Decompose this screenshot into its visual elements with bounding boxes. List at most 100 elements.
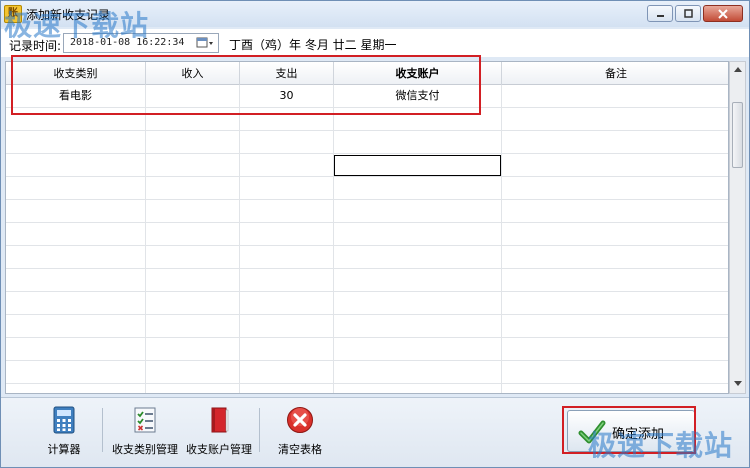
cell-note[interactable] <box>502 315 728 338</box>
cell-note[interactable] <box>502 154 728 177</box>
cell-category[interactable] <box>6 200 146 223</box>
calendar-dropdown-button[interactable] <box>194 36 216 50</box>
cell-category[interactable] <box>6 384 146 393</box>
cell-expense[interactable] <box>240 292 334 315</box>
calculator-icon <box>53 406 75 434</box>
arrow-down-icon <box>733 381 742 386</box>
red-book-icon <box>211 407 229 433</box>
cell-note[interactable] <box>502 269 728 292</box>
scrollbar-thumb[interactable] <box>732 102 743 168</box>
cell-income[interactable] <box>146 246 240 269</box>
table-row[interactable] <box>6 338 728 361</box>
table-row[interactable] <box>6 131 728 154</box>
cell-category[interactable] <box>6 154 146 177</box>
column-header-note[interactable]: 备注 <box>502 62 728 85</box>
cell-income[interactable] <box>146 292 240 315</box>
scroll-up-button[interactable] <box>730 62 745 78</box>
table-row[interactable] <box>6 315 728 338</box>
arrow-up-icon <box>733 67 742 72</box>
cell-account[interactable] <box>334 269 502 292</box>
cell-expense[interactable] <box>240 131 334 154</box>
cell-note[interactable] <box>502 361 728 384</box>
close-button[interactable] <box>703 5 743 22</box>
cell-income[interactable] <box>146 361 240 384</box>
table-row[interactable] <box>6 384 728 393</box>
grid-vertical-scrollbar[interactable] <box>729 61 746 394</box>
account-management-label: 收支账户管理 <box>186 443 252 456</box>
cell-expense[interactable] <box>240 154 334 177</box>
cell-account[interactable] <box>334 315 502 338</box>
checklist-icon <box>134 407 156 433</box>
cell-income[interactable] <box>146 384 240 393</box>
cell-income[interactable] <box>146 338 240 361</box>
cell-income[interactable] <box>146 154 240 177</box>
cell-income[interactable] <box>146 131 240 154</box>
cell-income[interactable] <box>146 269 240 292</box>
cell-expense[interactable] <box>240 177 334 200</box>
calculator-label: 计算器 <box>47 443 81 456</box>
cell-category[interactable] <box>6 223 146 246</box>
clear-x-icon <box>287 407 313 433</box>
cell-category[interactable] <box>6 131 146 154</box>
cell-income[interactable] <box>146 200 240 223</box>
table-row[interactable] <box>6 269 728 292</box>
cell-expense[interactable] <box>240 246 334 269</box>
calculator-button[interactable]: 计算器 <box>37 406 91 457</box>
cell-expense[interactable] <box>240 223 334 246</box>
cell-income[interactable] <box>146 223 240 246</box>
maximize-button[interactable] <box>675 5 701 22</box>
cell-category[interactable] <box>6 177 146 200</box>
cell-expense[interactable] <box>240 200 334 223</box>
cell-expense[interactable] <box>240 361 334 384</box>
category-management-label: 收支类别管理 <box>112 443 178 456</box>
scroll-down-button[interactable] <box>730 377 745 393</box>
cell-account[interactable] <box>334 223 502 246</box>
cell-note[interactable] <box>502 85 728 108</box>
cell-category[interactable] <box>6 269 146 292</box>
table-row[interactable] <box>6 246 728 269</box>
watermark-bottom: 极速下载站 <box>588 429 734 462</box>
cell-note[interactable] <box>502 384 728 393</box>
cell-account[interactable] <box>334 246 502 269</box>
cell-note[interactable] <box>502 177 728 200</box>
watermark-top: 极速下载站 <box>4 9 150 42</box>
active-cell-editor[interactable] <box>334 155 501 176</box>
minimize-button[interactable] <box>647 5 673 22</box>
cell-account[interactable] <box>334 292 502 315</box>
toolbar-separator <box>102 408 103 452</box>
cell-note[interactable] <box>502 131 728 154</box>
table-row[interactable] <box>6 292 728 315</box>
cell-account[interactable] <box>334 200 502 223</box>
account-management-button[interactable]: 收支账户管理 <box>183 406 255 457</box>
cell-category[interactable] <box>6 338 146 361</box>
cell-category[interactable] <box>6 292 146 315</box>
cell-note[interactable] <box>502 246 728 269</box>
cell-note[interactable] <box>502 108 728 131</box>
cell-expense[interactable] <box>240 269 334 292</box>
cell-expense[interactable] <box>240 315 334 338</box>
table-row[interactable] <box>6 177 728 200</box>
cell-category[interactable] <box>6 361 146 384</box>
table-row[interactable] <box>6 223 728 246</box>
maximize-icon <box>683 9 693 18</box>
cell-account[interactable] <box>334 384 502 393</box>
cell-expense[interactable] <box>240 338 334 361</box>
cell-note[interactable] <box>502 338 728 361</box>
cell-income[interactable] <box>146 177 240 200</box>
cell-account[interactable] <box>334 361 502 384</box>
cell-note[interactable] <box>502 200 728 223</box>
table-row[interactable] <box>6 200 728 223</box>
cell-account[interactable] <box>334 131 502 154</box>
cell-note[interactable] <box>502 292 728 315</box>
cell-account[interactable] <box>334 177 502 200</box>
category-management-button[interactable]: 收支类别管理 <box>107 406 183 457</box>
toolbar-separator <box>259 408 260 452</box>
cell-note[interactable] <box>502 223 728 246</box>
cell-category[interactable] <box>6 246 146 269</box>
cell-account[interactable] <box>334 338 502 361</box>
cell-income[interactable] <box>146 315 240 338</box>
clear-table-button[interactable]: 清空表格 <box>271 406 329 457</box>
cell-expense[interactable] <box>240 384 334 393</box>
cell-category[interactable] <box>6 315 146 338</box>
table-row[interactable] <box>6 361 728 384</box>
